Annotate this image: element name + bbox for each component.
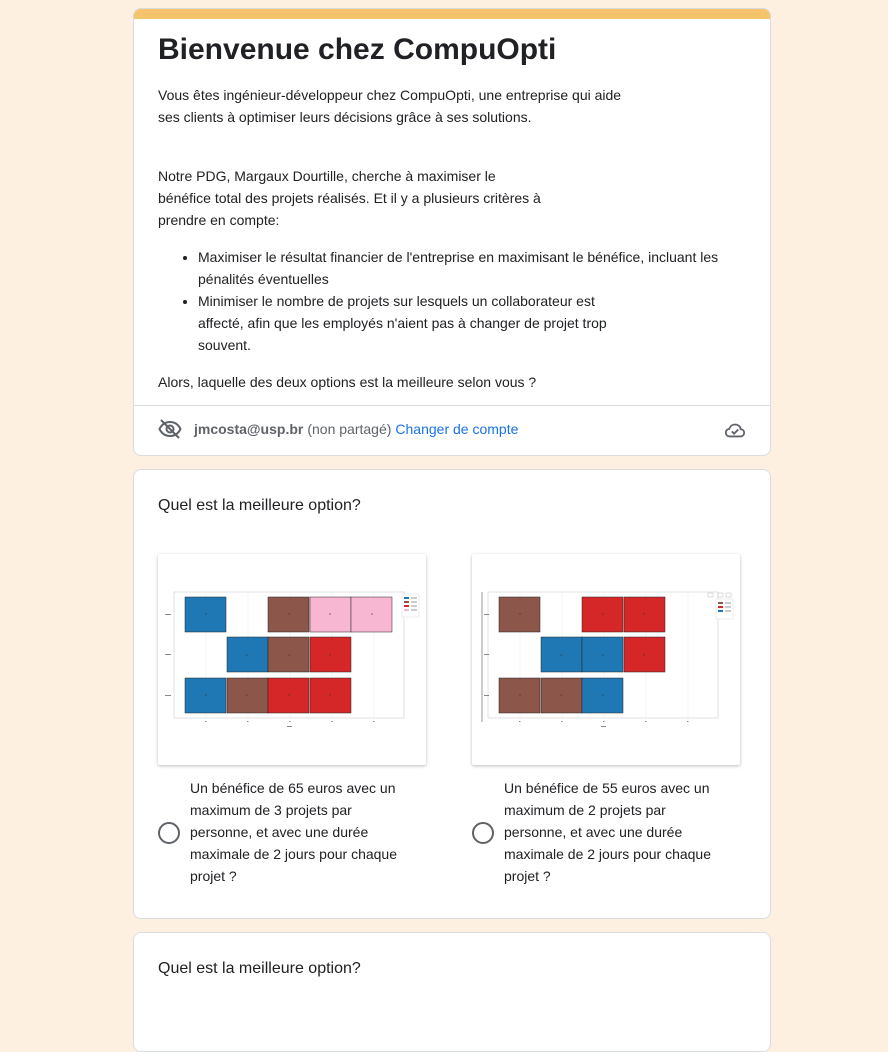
option-a-label[interactable]: Un bénéfice de 65 euros avec un maximum … [190,777,415,887]
option-b-image [472,554,740,765]
question-title: Quel est la meilleure option? [158,960,361,977]
option-a-radio[interactable] [158,822,180,844]
form-header-card: Bienvenue chez CompuOpti Vous êtes ingén… [133,8,771,456]
account-visibility: (non partagé) [307,421,392,437]
context-text: Notre PDG, Margaux Dourtille, cherche à … [158,168,541,228]
option-b-label[interactable]: Un bénéfice de 55 euros avec un maximum … [504,777,729,887]
divider [134,405,770,406]
criteria-list: Maximiser le résultat financier de l'ent… [158,246,746,356]
switch-account-link[interactable]: Changer de compte [395,421,518,437]
question-card: Quel est la meilleure option? [133,469,771,919]
option-b-gantt [481,591,734,727]
cloud-saved-icon [724,423,746,438]
question-card: Quel est la meilleure option? [133,932,771,1052]
option-a-image [158,554,426,765]
eye-off-icon [158,419,182,439]
criteria-item: Minimiser le nombre de projets sur lesqu… [198,290,628,356]
header-accent-bar [134,9,770,19]
form-title: Bienvenue chez CompuOpti [158,33,557,66]
question-title: Quel est la meilleure option? [158,497,361,514]
account-email: jmcosta@usp.br [194,421,304,437]
account-bar: jmcosta@usp.br (non partagé) Changer de … [158,417,518,441]
question-intro: Alors, laquelle des deux options est la … [158,374,537,390]
option-b-radio[interactable] [472,822,494,844]
criteria-item: Maximiser le résultat financier de l'ent… [198,246,746,290]
intro-text: Vous êtes ingénieur-développeur chez Com… [158,87,622,125]
option-a-gantt [165,591,420,727]
